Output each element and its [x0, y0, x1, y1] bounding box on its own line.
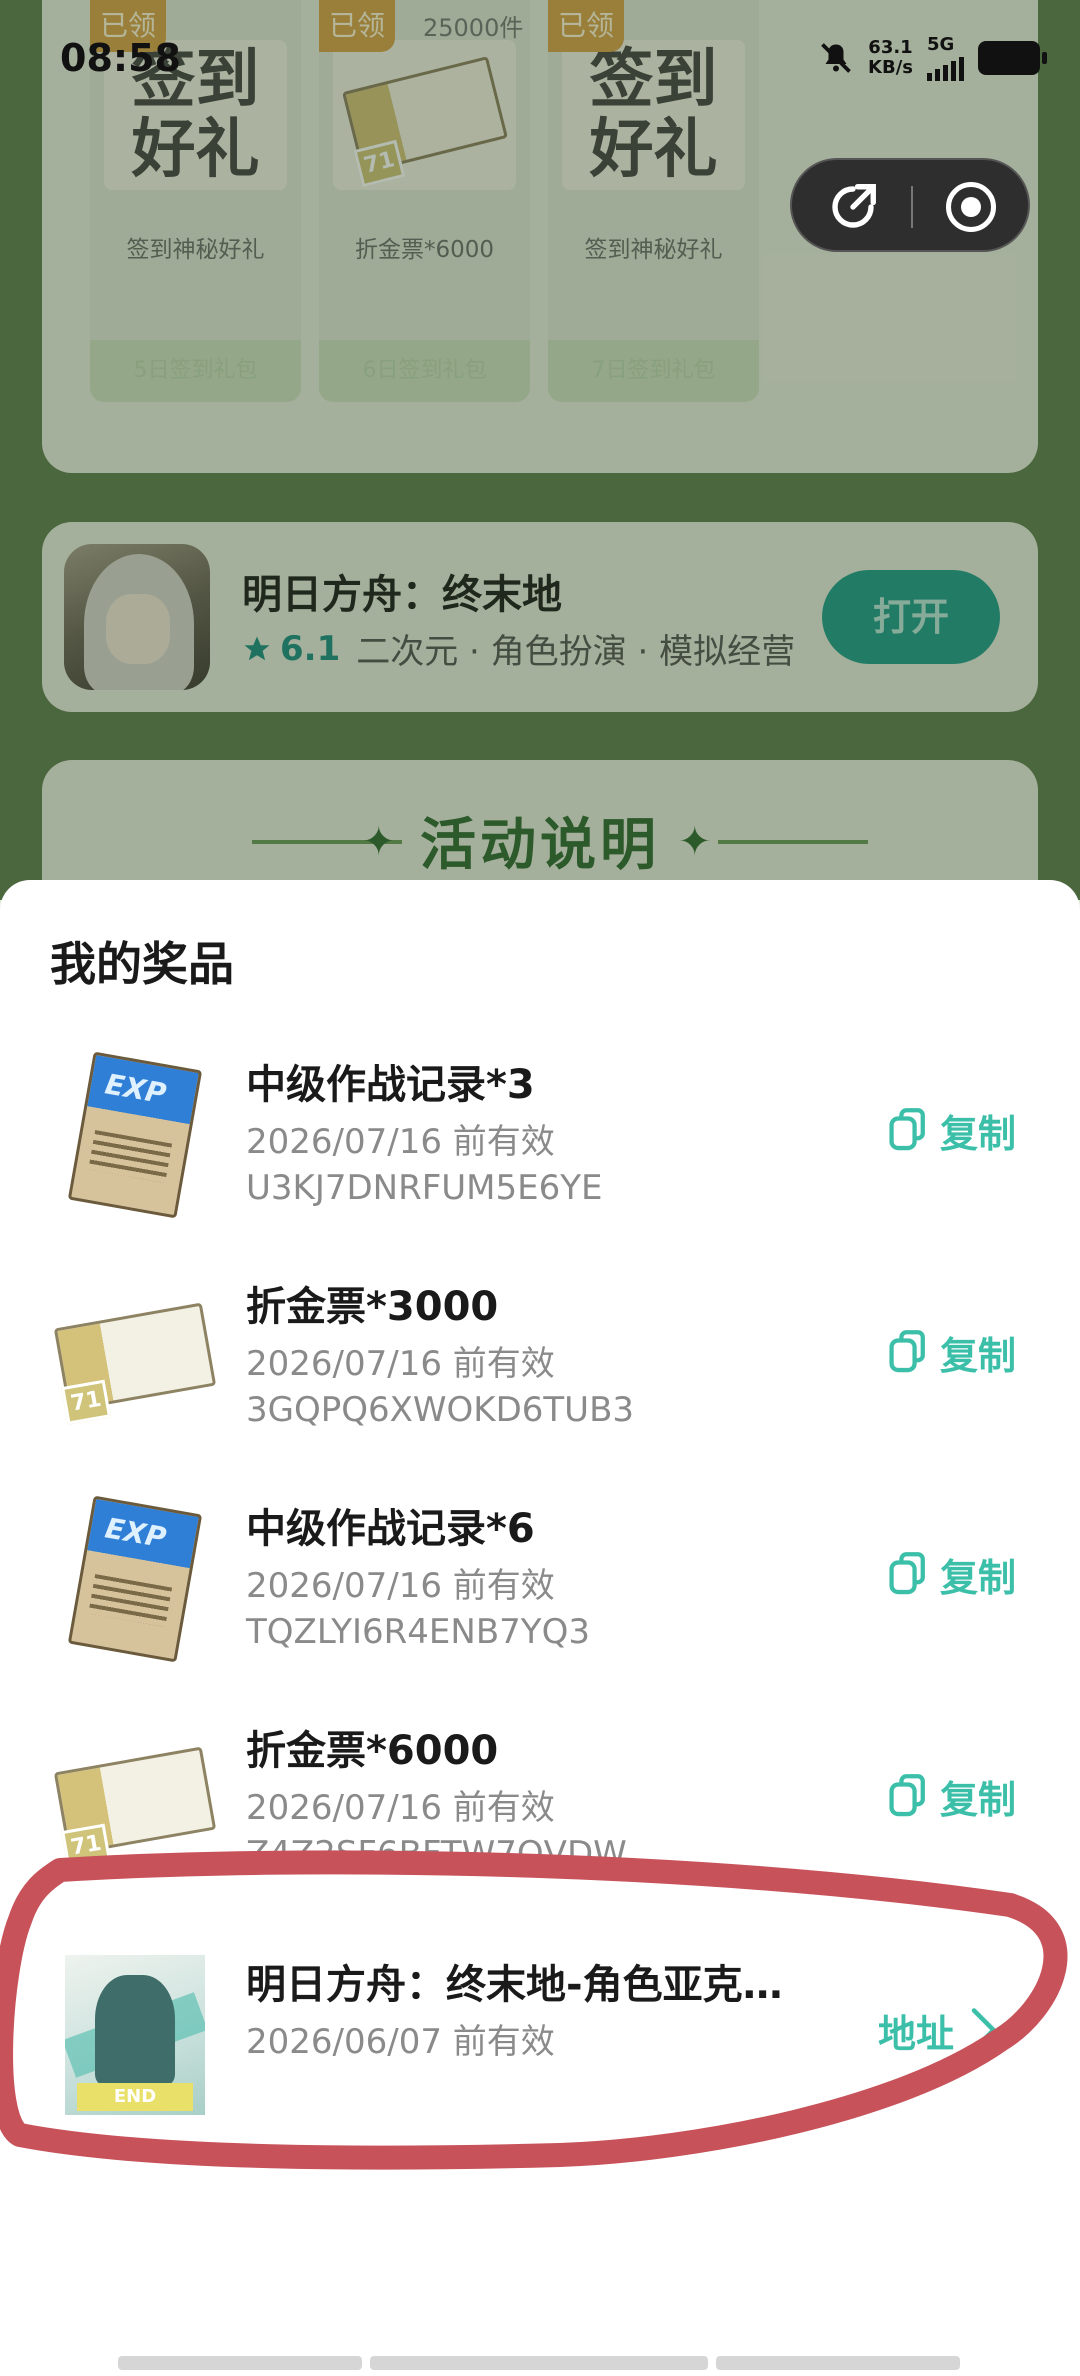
copy-icon — [889, 1108, 925, 1151]
prize-image: EXP — [60, 1051, 210, 1219]
capsule-divider — [911, 186, 913, 228]
copy-label: 复制 — [940, 1111, 1017, 1156]
close-miniprogram-icon[interactable] — [946, 182, 996, 232]
cell-signal: 5G — [927, 34, 964, 81]
home-indicator — [370, 2356, 708, 2370]
prize-name: 明日方舟：终末地-角色亚克… — [246, 1962, 783, 2008]
prize-code: Z4Z2SF6BFTW7QVDW — [246, 1834, 627, 1870]
copy-icon — [889, 1330, 925, 1373]
prize-name: 中级作战记录*6 — [246, 1506, 535, 1552]
character-card-icon: END — [65, 1955, 205, 2115]
prize-item: 71 折金票*6000 2026/07/16 前有效 Z4Z2SF6BFTW7Q… — [0, 1696, 1080, 1918]
mute-bell-icon — [821, 42, 851, 73]
ticket-icon: 71 — [53, 1302, 217, 1425]
prize-image: EXP — [60, 1495, 210, 1663]
signal-bars-icon — [927, 55, 964, 81]
network-type: 5G — [927, 34, 955, 55]
prize-name: 折金票*6000 — [246, 1728, 499, 1774]
status-icons: 63.1 KB/s 5G — [818, 34, 1047, 81]
copy-label: 复制 — [940, 1777, 1017, 1822]
exp-record-icon: EXP — [67, 1495, 203, 1663]
prize-item: 71 折金票*3000 2026/07/16 前有效 3GQPQ6XWOKD6T… — [0, 1252, 1080, 1474]
prize-validity: 2026/07/16 前有效 — [246, 1788, 555, 1828]
my-prizes-sheet: 我的奖品 EXP 中级作战记录*3 2026/07/16 前有效 U3KJ7DN… — [0, 880, 1080, 2376]
prize-validity: 2026/06/07 前有效 — [246, 2022, 555, 2062]
home-indicator — [716, 2356, 960, 2370]
speed-unit: KB/s — [868, 56, 913, 78]
copy-icon — [889, 1552, 925, 1595]
sheet-title: 我的奖品 — [50, 937, 234, 991]
prize-image: 71 — [53, 1726, 217, 1876]
copy-icon — [889, 1774, 925, 1817]
prize-validity: 2026/07/16 前有效 — [246, 1122, 555, 1162]
copy-button[interactable]: 复制 — [888, 1322, 1016, 1382]
chevron-right-icon — [971, 2008, 996, 2052]
copy-label: 复制 — [940, 1333, 1017, 1378]
prize-item-physical[interactable]: END 明日方舟：终末地-角色亚克… 2026/06/07 前有效 地址 — [0, 1930, 1080, 2152]
address-button[interactable]: 地址 — [878, 2000, 998, 2060]
prize-code: U3KJ7DNRFUM5E6YE — [246, 1168, 603, 1208]
prize-code: TQZLYI6R4ENB7YQ3 — [246, 1612, 590, 1652]
status-time: 08:58 — [60, 36, 181, 80]
prize-name: 中级作战记录*3 — [246, 1062, 535, 1108]
battery-icon — [978, 40, 1047, 75]
home-indicator — [118, 2356, 362, 2370]
prize-image: 71 — [53, 1282, 217, 1432]
prize-image: END — [60, 1955, 210, 2115]
prize-item: EXP 中级作战记录*3 2026/07/16 前有效 U3KJ7DNRFUM5… — [0, 1030, 1080, 1252]
prize-code: 3GQPQ6XWOKD6TUB3 — [246, 1390, 635, 1430]
prize-name: 折金票*3000 — [246, 1284, 499, 1330]
copy-label: 复制 — [940, 1555, 1017, 1600]
miniprogram-capsule — [790, 158, 1030, 252]
network-speed: 63.1 KB/s — [868, 36, 913, 78]
exp-record-icon: EXP — [67, 1051, 203, 1219]
copy-button[interactable]: 复制 — [888, 1766, 1016, 1826]
prize-validity: 2026/07/16 前有效 — [246, 1344, 555, 1384]
address-label: 地址 — [878, 2011, 955, 2056]
copy-button[interactable]: 复制 — [888, 1100, 1016, 1160]
ticket-icon: 71 — [53, 1746, 217, 1869]
prize-item: EXP 中级作战记录*6 2026/07/16 前有效 TQZLYI6R4ENB… — [0, 1474, 1080, 1696]
dim-overlay[interactable] — [0, 0, 1080, 900]
copy-button[interactable]: 复制 — [888, 1544, 1016, 1604]
prize-validity: 2026/07/16 前有效 — [246, 1566, 555, 1606]
share-icon[interactable] — [826, 180, 880, 234]
speed-value: 63.1 — [868, 36, 913, 58]
